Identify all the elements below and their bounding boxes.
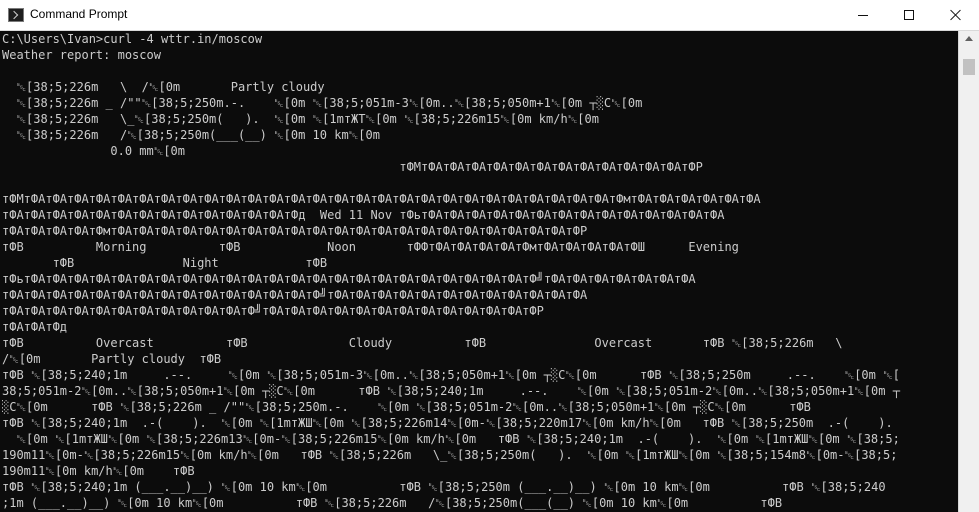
console-line: тФВ ␛[38;5;240;1m (___.__)__) ␛[0m 10 km…	[2, 480, 886, 494]
console-line: тФВ ␛[38;5;240;1m .--. ␛[0m ␛[38;5;051m-…	[2, 368, 900, 382]
title-bar[interactable]: Command Prompt	[0, 0, 979, 31]
console-line: Weather report: moscow	[2, 48, 161, 62]
console-line: тФАтФАтФАтФАтФАтФАтФАтФАтФАтФАтФАтФАтФАт…	[2, 288, 588, 302]
close-button[interactable]	[933, 0, 979, 30]
console-line: тФАтФАтФд	[2, 320, 68, 334]
console-line: тФВ Overcast тФВ Cloudy тФВ Overcast тФВ…	[2, 336, 843, 350]
console-line: 190m11␛[0m km/h␛[0m тФВ	[2, 464, 195, 478]
maximize-button[interactable]	[886, 0, 932, 30]
console-line: 190m11␛[0m-␛[38;5;226m15␛[0m km/h␛[0m тФ…	[2, 448, 898, 462]
console-line: ;1m (___.__)__) ␛[0m 10 km␛[0m тФВ ␛[38;…	[2, 496, 783, 510]
console-line: ␛[38;5;226m \ /␛[0m Partly cloudy	[2, 80, 325, 94]
vertical-scrollbar[interactable]	[958, 31, 979, 512]
console-line: /␛[0m Partly cloudy тФВ	[2, 352, 222, 366]
command-prompt-window: Command Prompt C:\Users\Ivan>curl -4 wtt…	[0, 0, 979, 512]
console-line: тФВ Night тФВ	[2, 256, 328, 270]
console-line: ␛[38;5;226m \_␛[38;5;250m( ). ␛[0m ␛[1mт…	[2, 112, 599, 126]
console-line: тФАтФАтФАтФАтФАтФАтФАтФАтФАтФАтФАтФАтФАт…	[2, 208, 725, 222]
console-line: C:\Users\Ivan>curl -4 wttr.in/moscow	[2, 32, 263, 46]
scrollbar-thumb[interactable]	[963, 59, 975, 75]
console-line: ␛[38;5;226m /␛[38;5;250m(___(__) ␛[0m 10…	[2, 128, 380, 142]
console-line: ␛[0m ␛[1mтЖШ␛[0m ␛[38;5;226m13␛[0m-␛[38;…	[2, 432, 900, 446]
scroll-up-arrow-icon[interactable]	[965, 36, 973, 41]
console-line: тФМтФАтФАтФАтФАтФАтФАтФАтФАтФАтФАтФАтФАт…	[2, 160, 703, 174]
window-title: Command Prompt	[30, 7, 128, 21]
console-line: тФМтФАтФАтФАтФАтФАтФАтФАтФАтФАтФАтФАтФАт…	[2, 192, 761, 206]
command-prompt-icon	[8, 8, 24, 22]
console-line: тФАтФАтФАтФАтФмтФАтФАтФАтФАтФАтФАтФАтФАт…	[2, 224, 588, 238]
minimize-button[interactable]	[840, 0, 886, 30]
console-line: ░C␛[0m тФВ ␛[38;5;226m _ /""␛[38;5;250m.…	[2, 400, 811, 414]
console-line: 38;5;051m-2␛[0m..␛[38;5;050m+1␛[0m ┬░C␛[…	[2, 384, 900, 398]
console-line: 0.0 mm␛[0m	[2, 144, 185, 158]
console-line: тФАтФАтФАтФАтФАтФАтФАтФАтФАтФАтФАтФ╝тФАт…	[2, 304, 544, 318]
console-line: тФьтФАтФАтФАтФАтФАтФАтФАтФАтФАтФАтФАтФАт…	[2, 272, 696, 286]
console-output[interactable]: C:\Users\Ivan>curl -4 wttr.in/moscow Wea…	[0, 31, 958, 512]
console-line: тФВ ␛[38;5;240;1m .-( ). ␛[0m ␛[1mтЖШ␛[0…	[2, 416, 893, 430]
console-line: ␛[38;5;226m _ /""␛[38;5;250m.-. ␛[0m ␛[3…	[2, 96, 643, 110]
console-line: тФВ Morning тФВ Noon тФФтФАтФАтФАтФАтФмт…	[2, 240, 739, 254]
